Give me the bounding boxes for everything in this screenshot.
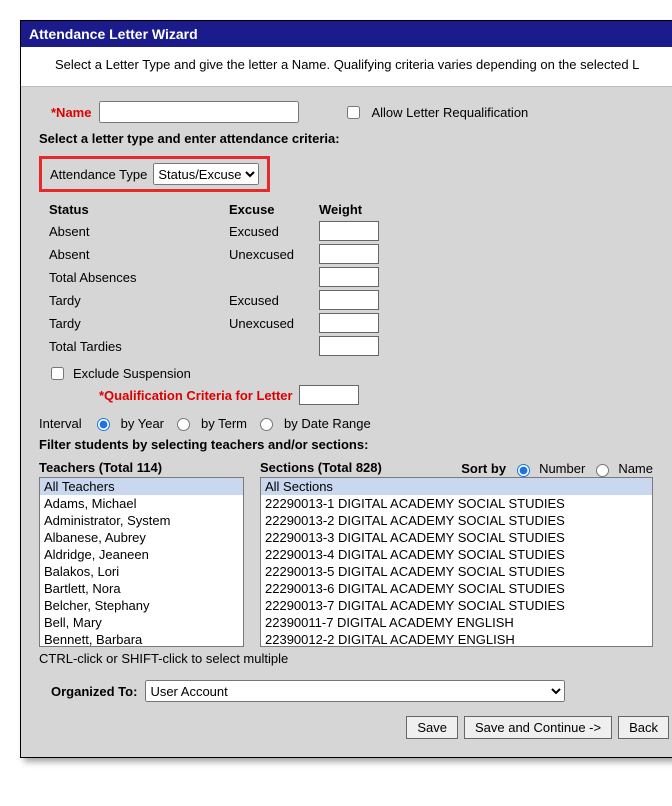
name-input[interactable]: [99, 101, 299, 123]
interval-term-label: by Term: [201, 416, 247, 431]
criteria-row: Absent Excused: [49, 221, 669, 241]
wizard-window: Attendance Letter Wizard Select a Letter…: [20, 20, 672, 758]
attendance-type-select[interactable]: Status/Excuse: [153, 163, 259, 185]
exclude-suspension-label: Exclude Suspension: [73, 366, 191, 381]
list-item[interactable]: All Teachers: [40, 478, 243, 495]
exclude-suspension-checkbox[interactable]: [51, 367, 64, 380]
sections-listbox[interactable]: All Sections 22290013-1 DIGITAL ACADEMY …: [260, 477, 653, 647]
save-continue-button[interactable]: Save and Continue ->: [464, 716, 612, 739]
list-item[interactable]: 22390011-7 DIGITAL ACADEMY ENGLISH: [261, 614, 652, 631]
list-item[interactable]: Administrator, System: [40, 512, 243, 529]
interval-term-radio[interactable]: [177, 418, 190, 431]
attendance-type-label: Attendance Type: [50, 167, 147, 182]
col-header-weight: Weight: [319, 202, 389, 217]
window-title: Attendance Letter Wizard: [21, 21, 672, 47]
interval-year-label: by Year: [121, 416, 164, 431]
weight-input[interactable]: [319, 290, 379, 310]
criteria-row: Tardy Unexcused: [49, 313, 669, 333]
excuse-cell: Excused: [229, 224, 319, 239]
sections-header: Sections (Total 828): [260, 460, 382, 475]
organized-label: Organized To:: [51, 684, 137, 699]
filter-heading: Filter students by selecting teachers an…: [39, 437, 669, 452]
status-cell: Total Absences: [49, 270, 229, 285]
sort-name-radio[interactable]: [596, 464, 609, 477]
weight-input[interactable]: [319, 221, 379, 241]
criteria-row: Tardy Excused: [49, 290, 669, 310]
sort-number-label: Number: [539, 461, 585, 476]
excuse-cell: Excused: [229, 293, 319, 308]
weight-input[interactable]: [319, 267, 379, 287]
list-item[interactable]: 22290013-7 DIGITAL ACADEMY SOCIAL STUDIE…: [261, 597, 652, 614]
weight-input[interactable]: [319, 244, 379, 264]
name-label: *Name: [51, 105, 91, 120]
list-item[interactable]: Adams, Michael: [40, 495, 243, 512]
status-cell: Absent: [49, 247, 229, 262]
list-item[interactable]: 22290013-4 DIGITAL ACADEMY SOCIAL STUDIE…: [261, 546, 652, 563]
sort-number-radio[interactable]: [517, 464, 530, 477]
list-item[interactable]: 22290013-3 DIGITAL ACADEMY SOCIAL STUDIE…: [261, 529, 652, 546]
organized-select[interactable]: User Account: [145, 680, 565, 702]
interval-daterange-label: by Date Range: [284, 416, 371, 431]
col-header-status: Status: [49, 202, 229, 217]
criteria-table: Status Excuse Weight Absent Excused Abse…: [49, 202, 669, 356]
interval-label: Interval: [39, 416, 82, 431]
qualification-label: *Qualification Criteria for Letter: [99, 388, 293, 403]
list-item[interactable]: 22290013-1 DIGITAL ACADEMY SOCIAL STUDIE…: [261, 495, 652, 512]
interval-year-radio[interactable]: [97, 418, 110, 431]
intro-text: Select a Letter Type and give the letter…: [21, 47, 672, 87]
status-cell: Tardy: [49, 316, 229, 331]
type-heading: Select a letter type and enter attendanc…: [39, 131, 669, 146]
attendance-type-highlight: Attendance Type Status/Excuse: [39, 156, 270, 192]
list-item[interactable]: Albanese, Aubrey: [40, 529, 243, 546]
sort-name-label: Name: [618, 461, 653, 476]
list-item[interactable]: 22290013-6 DIGITAL ACADEMY SOCIAL STUDIE…: [261, 580, 652, 597]
back-button[interactable]: Back: [618, 716, 669, 739]
list-item[interactable]: Bell, Mary: [40, 614, 243, 631]
qualification-input[interactable]: [299, 385, 359, 405]
weight-input[interactable]: [319, 336, 379, 356]
list-item[interactable]: Bennett, Barbara: [40, 631, 243, 647]
excuse-cell: Unexcused: [229, 316, 319, 331]
list-item[interactable]: 22390012-2 DIGITAL ACADEMY ENGLISH: [261, 631, 652, 647]
allow-requal-label: Allow Letter Requalification: [371, 105, 528, 120]
list-item[interactable]: Balakos, Lori: [40, 563, 243, 580]
weight-input[interactable]: [319, 313, 379, 333]
list-item[interactable]: Aldridge, Jeaneen: [40, 546, 243, 563]
criteria-row: Total Tardies: [49, 336, 669, 356]
list-item[interactable]: 22290013-2 DIGITAL ACADEMY SOCIAL STUDIE…: [261, 512, 652, 529]
list-item[interactable]: All Sections: [261, 478, 652, 495]
status-cell: Tardy: [49, 293, 229, 308]
col-header-excuse: Excuse: [229, 202, 319, 217]
teachers-listbox[interactable]: All Teachers Adams, Michael Administrato…: [39, 477, 244, 647]
criteria-row: Absent Unexcused: [49, 244, 669, 264]
interval-daterange-radio[interactable]: [260, 418, 273, 431]
criteria-row: Total Absences: [49, 267, 669, 287]
status-cell: Total Tardies: [49, 339, 229, 354]
status-cell: Absent: [49, 224, 229, 239]
excuse-cell: Unexcused: [229, 247, 319, 262]
save-button[interactable]: Save: [406, 716, 458, 739]
list-item[interactable]: Bartlett, Nora: [40, 580, 243, 597]
sortby-label: Sort by: [461, 461, 506, 476]
allow-requal-checkbox[interactable]: [347, 106, 360, 119]
list-item[interactable]: 22290013-5 DIGITAL ACADEMY SOCIAL STUDIE…: [261, 563, 652, 580]
teachers-header: Teachers (Total 114): [39, 460, 244, 475]
form-area: *Name Allow Letter Requalification Selec…: [21, 87, 672, 757]
list-item[interactable]: Belcher, Stephany: [40, 597, 243, 614]
multi-select-hint: CTRL-click or SHIFT-click to select mult…: [39, 651, 669, 666]
